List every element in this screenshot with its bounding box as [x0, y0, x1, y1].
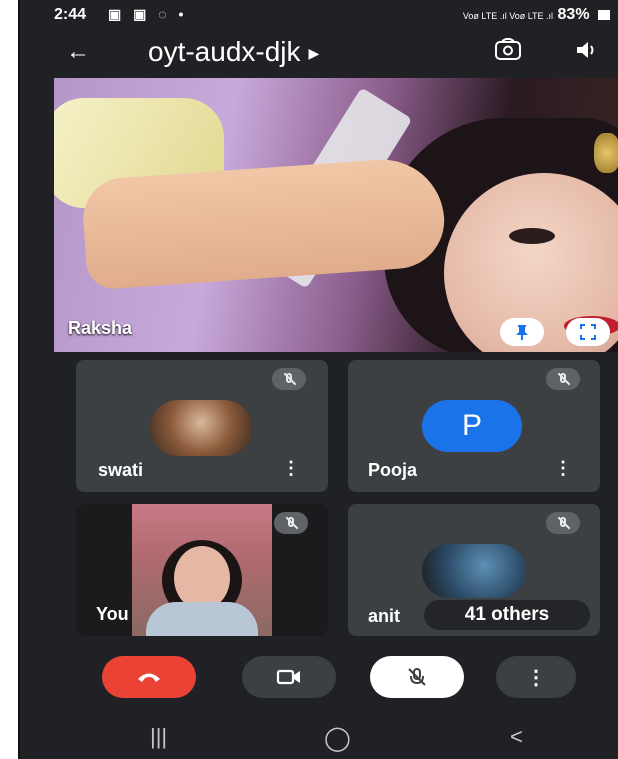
camera-switch-icon[interactable]	[494, 38, 522, 69]
status-time: 2:44	[54, 6, 87, 23]
participant-name: swati	[98, 460, 144, 480]
back-arrow-icon[interactable]: ←	[66, 38, 90, 66]
participant-name: You	[96, 604, 129, 624]
home-icon[interactable]: ◯	[324, 724, 351, 753]
participant-tile-self[interactable]: You	[76, 504, 328, 636]
back-icon[interactable]: <	[510, 724, 523, 750]
participant-name: Pooja	[368, 460, 418, 480]
more-options-button[interactable]: ⋮	[496, 656, 576, 698]
recents-icon[interactable]: |||	[150, 724, 167, 750]
notification-icons: ▣ ▣ ◌ •	[108, 6, 188, 22]
call-controls: ⋮	[20, 650, 618, 710]
status-bar: 2:44 ▣ ▣ ◌ • Voø LTE .ıl Voø LTE .ıl 83%	[20, 0, 618, 32]
meeting-code: oyt-audx-djk	[148, 36, 301, 67]
mic-muted-icon	[546, 512, 580, 534]
main-participant-name: Raksha	[68, 318, 133, 338]
camera-toggle-button[interactable]	[242, 656, 336, 698]
self-video-feed	[132, 504, 272, 636]
mic-muted-icon	[272, 368, 306, 390]
battery-percent: 83%	[557, 6, 590, 23]
mic-muted-icon	[274, 512, 308, 534]
speaker-icon[interactable]	[574, 38, 600, 69]
screenshot-frame: 2:44 ▣ ▣ ◌ • Voø LTE .ıl Voø LTE .ıl 83%…	[0, 0, 618, 759]
microphone-toggle-button[interactable]	[370, 656, 464, 698]
pin-icon[interactable]	[500, 318, 544, 346]
more-options-icon[interactable]: ⋮	[554, 458, 572, 479]
phone-screen: 2:44 ▣ ▣ ◌ • Voø LTE .ıl Voø LTE .ıl 83%…	[18, 0, 618, 759]
participant-tile-swati[interactable]: swati ⋮	[76, 360, 328, 492]
fullscreen-icon[interactable]	[566, 318, 610, 346]
network-indicator: Voø LTE .ıl Voø LTE .ıl	[462, 11, 554, 21]
main-video-feed[interactable]: Raksha	[54, 78, 618, 352]
battery-icon	[598, 9, 610, 20]
meeting-title[interactable]: oyt-audx-djk ▶	[148, 36, 319, 68]
participant-name: anit	[368, 606, 401, 626]
others-count-badge[interactable]: 41 others	[424, 600, 590, 630]
end-call-button[interactable]	[102, 656, 196, 698]
mic-off-icon	[408, 668, 426, 686]
avatar: P	[422, 400, 522, 452]
more-vert-icon: ⋮	[526, 666, 546, 689]
participant-tile-pooja[interactable]: P Pooja ⋮	[348, 360, 600, 492]
system-navigation-bar: ||| ◯ <	[20, 712, 618, 759]
avatar	[150, 400, 252, 456]
video-camera-icon	[276, 669, 300, 685]
status-right: Voø LTE .ıl Voø LTE .ıl 83%	[463, 6, 610, 24]
mic-muted-icon	[546, 368, 580, 390]
caret-right-icon: ▶	[308, 45, 320, 62]
more-options-icon[interactable]: ⋮	[282, 458, 300, 479]
participant-tile-others[interactable]: anit 41 others	[348, 504, 600, 636]
avatar	[422, 544, 526, 598]
meeting-toolbar: ← oyt-audx-djk ▶	[20, 32, 618, 76]
